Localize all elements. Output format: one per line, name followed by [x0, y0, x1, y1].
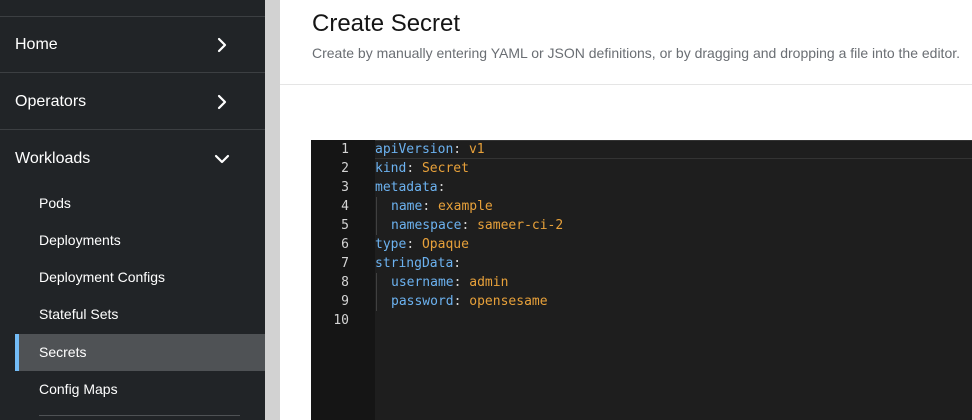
sidebar-divider — [39, 415, 240, 416]
page-description: Create by manually entering YAML or JSON… — [312, 45, 961, 61]
code-line: kind: Secret — [375, 159, 469, 178]
yaml-value: admin — [469, 275, 509, 290]
yaml-key: name — [391, 199, 423, 214]
yaml-key: password — [391, 294, 454, 309]
sidebar-item-label: Secrets — [39, 344, 87, 360]
yaml-separator: : — [406, 161, 422, 176]
chevron-down-icon — [214, 154, 230, 164]
code-line: name: example — [391, 197, 493, 216]
yaml-key: username — [391, 275, 454, 290]
yaml-separator: : — [461, 218, 478, 233]
line-number: 5 — [341, 218, 349, 233]
sidebar-item-label: Config Maps — [39, 381, 118, 397]
sidebar-item-label: Pods — [39, 195, 71, 211]
yaml-key: type — [375, 237, 407, 252]
yaml-key: kind — [375, 161, 407, 176]
yaml-separator: : — [453, 256, 462, 271]
sidebar-item-deployment-configs[interactable]: Deployment Configs — [15, 259, 265, 296]
sidebar-item-stateful-sets[interactable]: Stateful Sets — [15, 296, 265, 333]
line-number: 8 — [341, 275, 349, 290]
yaml-value: opensesame — [469, 294, 548, 309]
yaml-separator: : — [422, 199, 438, 214]
code-line: metadata: — [375, 178, 445, 197]
sidebar-section-workloads[interactable]: Workloads — [0, 131, 265, 187]
yaml-key: namespace — [391, 218, 462, 233]
yaml-value: Secret — [421, 161, 469, 176]
yaml-value: v1 — [468, 142, 485, 157]
line-number: 1 — [341, 142, 349, 157]
line-number-gutter: 1 2 3 4 5 6 7 8 9 10 — [311, 140, 375, 420]
sidebar-item-secrets[interactable]: Secrets — [15, 334, 265, 371]
sidebar-section-label: Home — [15, 36, 58, 53]
yaml-key: stringData — [375, 256, 454, 271]
scrollbar-track[interactable] — [265, 0, 280, 420]
sidebar-item-label: Deployments — [39, 232, 121, 248]
yaml-value: Opaque — [421, 237, 469, 252]
yaml-separator: : — [453, 294, 470, 309]
sidebar-item-pods[interactable]: Pods — [15, 185, 265, 222]
yaml-editor[interactable]: 1 2 3 4 5 6 7 8 9 10 apiVersion: v1 kind… — [311, 140, 972, 420]
line-number: 9 — [341, 294, 349, 309]
sidebar-section-label: Operators — [15, 93, 87, 110]
code-line: username: admin — [391, 273, 508, 292]
chevron-right-icon — [217, 94, 227, 110]
sidebar-section-label: Workloads — [15, 150, 91, 167]
yaml-key: metadata — [375, 180, 438, 195]
line-number: 6 — [341, 237, 349, 252]
page-header: Create Secret Create by manually enterin… — [280, 0, 972, 85]
yaml-separator: : — [453, 142, 469, 157]
indent-guide — [376, 273, 377, 311]
yaml-separator: : — [453, 275, 470, 290]
chevron-right-icon — [217, 37, 227, 53]
indent-guide — [376, 197, 377, 235]
line-number: 10 — [333, 313, 349, 328]
code-line: password: opensesame — [391, 292, 548, 311]
sidebar-item-label: Deployment Configs — [39, 269, 166, 285]
line-number: 7 — [341, 256, 349, 271]
yaml-key: apiVersion — [375, 142, 454, 157]
code-area[interactable]: apiVersion: v1 kind: Secret metadata: na… — [375, 140, 972, 420]
sidebar-item-deployments[interactable]: Deployments — [15, 222, 265, 259]
sidebar-item-label: Stateful Sets — [39, 306, 119, 322]
code-line: stringData: — [375, 254, 461, 273]
line-number: 4 — [341, 199, 349, 214]
sidebar-section-home[interactable]: Home — [0, 17, 265, 73]
code-line: type: Opaque — [375, 235, 469, 254]
line-number: 2 — [341, 161, 349, 176]
yaml-value: sameer-ci-2 — [477, 218, 564, 233]
sidebar-nav: Home Operators Workloads Pods Deployment… — [0, 0, 265, 420]
line-number: 3 — [341, 180, 349, 195]
code-line: namespace: sameer-ci-2 — [391, 216, 563, 235]
yaml-separator: : — [437, 180, 446, 195]
code-line: apiVersion: v1 — [375, 140, 485, 159]
yaml-value: example — [437, 199, 493, 214]
yaml-separator: : — [406, 237, 422, 252]
page-title: Create Secret — [312, 10, 461, 37]
sidebar-section-operators[interactable]: Operators — [0, 74, 265, 130]
sidebar-item-config-maps[interactable]: Config Maps — [15, 371, 265, 408]
